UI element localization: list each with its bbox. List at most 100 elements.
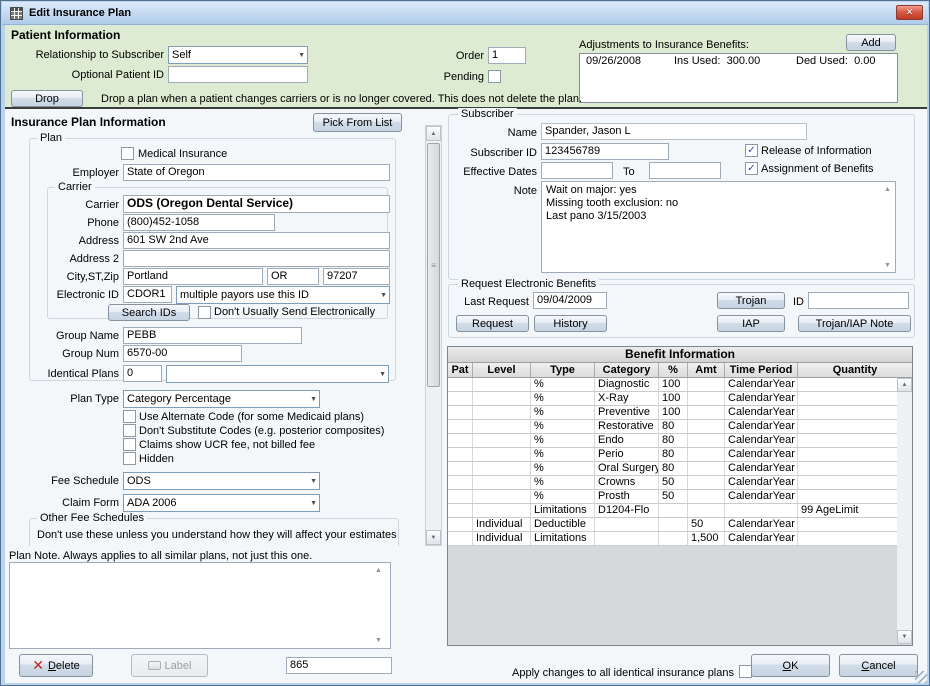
resize-grip[interactable]: [915, 671, 927, 683]
column-header[interactable]: Type: [531, 363, 595, 377]
table-row[interactable]: %Preventive100CalendarYear: [448, 406, 897, 420]
plan-type-dropdown[interactable]: Category Percentage ▼: [123, 390, 320, 408]
title-bar[interactable]: [2, 2, 928, 25]
zip-field[interactable]: 97207: [323, 268, 390, 285]
order-field[interactable]: 1: [488, 47, 526, 64]
adjustment-row[interactable]: 09/26/2008 Ins Used: 300.00 Ded Used: 0.…: [580, 54, 897, 67]
table-row[interactable]: IndividualLimitations1,500CalendarYear: [448, 532, 897, 546]
table-cell: %: [531, 434, 595, 447]
pick-from-list-button[interactable]: Pick From List: [313, 113, 402, 132]
scroll-down-icon[interactable]: ▼: [375, 637, 382, 644]
search-ids-button[interactable]: Search IDs: [108, 304, 190, 321]
optional-patient-id-field[interactable]: [168, 66, 308, 83]
dont-substitute-checkbox[interactable]: [123, 424, 136, 437]
group-num-field[interactable]: 6570-00: [123, 345, 242, 362]
column-header[interactable]: Quantity: [798, 363, 912, 377]
subscriber-name-field[interactable]: Spander, Jason L: [541, 123, 807, 140]
trojan-button[interactable]: Trojan: [717, 292, 785, 309]
history-button[interactable]: History: [534, 315, 607, 332]
patient-info-title: Patient Information: [11, 28, 120, 42]
cancel-button[interactable]: Cancel: [839, 654, 918, 677]
group-name-field[interactable]: PEBB: [123, 327, 302, 344]
trojan-button-label: Trojan: [736, 295, 767, 307]
column-header[interactable]: %: [659, 363, 688, 377]
subscriber-note-textarea[interactable]: Wait on major: yes Missing tooth exclusi…: [541, 181, 896, 273]
identical-plans-dropdown[interactable]: ▼: [166, 365, 389, 383]
table-row[interactable]: %Restorative80CalendarYear: [448, 420, 897, 434]
ucr-fee-checkbox[interactable]: [123, 438, 136, 451]
release-of-information-label: Release of Information: [761, 145, 872, 157]
payor-dropdown[interactable]: multiple payors use this ID ▼: [176, 286, 390, 304]
subscriber-id-field[interactable]: 123456789: [541, 143, 669, 160]
scroll-down-button[interactable]: ▼: [897, 630, 912, 644]
table-row[interactable]: %Oral Surgery80CalendarYear: [448, 462, 897, 476]
table-cell: [688, 434, 725, 447]
effective-from-field[interactable]: [541, 162, 613, 179]
table-row[interactable]: %Crowns50CalendarYear: [448, 476, 897, 490]
delete-plan-button[interactable]: ✕ Delete: [19, 654, 93, 677]
table-row[interactable]: %Diagnostic100CalendarYear: [448, 378, 897, 392]
adjustments-label: Adjustments to Insurance Benefits:: [579, 39, 749, 51]
dont-send-checkbox[interactable]: [198, 306, 211, 319]
relationship-value: Self: [172, 49, 191, 61]
plan-num-field[interactable]: 865: [286, 657, 392, 674]
identical-plans-field[interactable]: 0: [123, 365, 162, 382]
scrollbar-thumb[interactable]: ≡: [427, 143, 440, 387]
column-header[interactable]: Level: [473, 363, 531, 377]
iap-button[interactable]: IAP: [717, 315, 785, 332]
medical-insurance-checkbox[interactable]: [121, 147, 134, 160]
table-cell: [595, 532, 659, 545]
scroll-down-icon[interactable]: ▼: [884, 262, 891, 269]
add-adjustment-button[interactable]: Add: [846, 34, 896, 51]
city-field[interactable]: Portland: [123, 268, 263, 285]
plan-note-textarea[interactable]: [9, 562, 391, 649]
adjustments-listbox[interactable]: 09/26/2008 Ins Used: 300.00 Ded Used: 0.…: [579, 53, 898, 103]
table-row[interactable]: LimitationsD1204-Flo99 AgeLimit: [448, 504, 897, 518]
table-row[interactable]: IndividualDeductible50CalendarYear: [448, 518, 897, 532]
hidden-checkbox[interactable]: [123, 452, 136, 465]
adjustment-date: 09/26/2008: [586, 55, 674, 67]
trojan-iap-note-button[interactable]: Trojan/IAP Note: [798, 315, 911, 332]
address-field[interactable]: 601 SW 2nd Ave: [123, 232, 390, 249]
table-row[interactable]: %Perio80CalendarYear: [448, 448, 897, 462]
claim-form-dropdown[interactable]: ADA 2006 ▼: [123, 494, 320, 512]
column-header[interactable]: Amt: [688, 363, 725, 377]
column-header[interactable]: Pat: [448, 363, 473, 377]
table-row[interactable]: %X-Ray100CalendarYear: [448, 392, 897, 406]
request-button[interactable]: Request: [456, 315, 529, 332]
phone-field[interactable]: (800)452-1058: [123, 214, 275, 231]
address2-field[interactable]: [123, 250, 390, 267]
table-row[interactable]: %Endo80CalendarYear: [448, 434, 897, 448]
fee-schedule-dropdown[interactable]: ODS ▼: [123, 472, 320, 490]
relationship-dropdown[interactable]: Self ▼: [168, 46, 308, 64]
column-header[interactable]: Category: [595, 363, 659, 377]
plan-type-value: Category Percentage: [127, 393, 231, 405]
table-row[interactable]: %Prosth50CalendarYear: [448, 490, 897, 504]
effective-to-field[interactable]: [649, 162, 721, 179]
label-button[interactable]: Label: [131, 654, 208, 677]
carrier-field[interactable]: ODS (Oregon Dental Service): [123, 195, 390, 213]
alternate-code-checkbox[interactable]: [123, 410, 136, 423]
release-of-information-checkbox[interactable]: ✓: [745, 144, 758, 157]
benefit-table-scrollbar[interactable]: ▲ ▼: [897, 378, 912, 644]
drop-plan-button[interactable]: Drop: [11, 90, 83, 107]
state-field[interactable]: OR: [267, 268, 319, 285]
close-button[interactable]: ✕: [896, 5, 923, 20]
ok-button[interactable]: OK: [751, 654, 830, 677]
scroll-down-button[interactable]: ▼: [426, 530, 441, 545]
delete-button-label: Delete: [48, 660, 80, 672]
scroll-up-button[interactable]: ▲: [897, 378, 912, 392]
assignment-of-benefits-checkbox[interactable]: ✓: [745, 162, 758, 175]
electronic-id-field[interactable]: CDOR1: [123, 286, 172, 303]
assignment-of-benefits-label: Assignment of Benefits: [761, 163, 874, 175]
scroll-up-icon[interactable]: ▲: [884, 186, 891, 193]
last-request-field[interactable]: 09/04/2009: [533, 292, 607, 309]
employer-field[interactable]: State of Oregon: [123, 164, 390, 181]
table-cell: [688, 490, 725, 503]
trojan-id-field[interactable]: [808, 292, 909, 309]
scroll-up-icon[interactable]: ▲: [375, 567, 382, 574]
table-cell: Prosth: [595, 490, 659, 503]
column-header[interactable]: Time Period: [725, 363, 798, 377]
table-cell: CalendarYear: [725, 406, 798, 419]
pending-checkbox[interactable]: [488, 70, 501, 83]
